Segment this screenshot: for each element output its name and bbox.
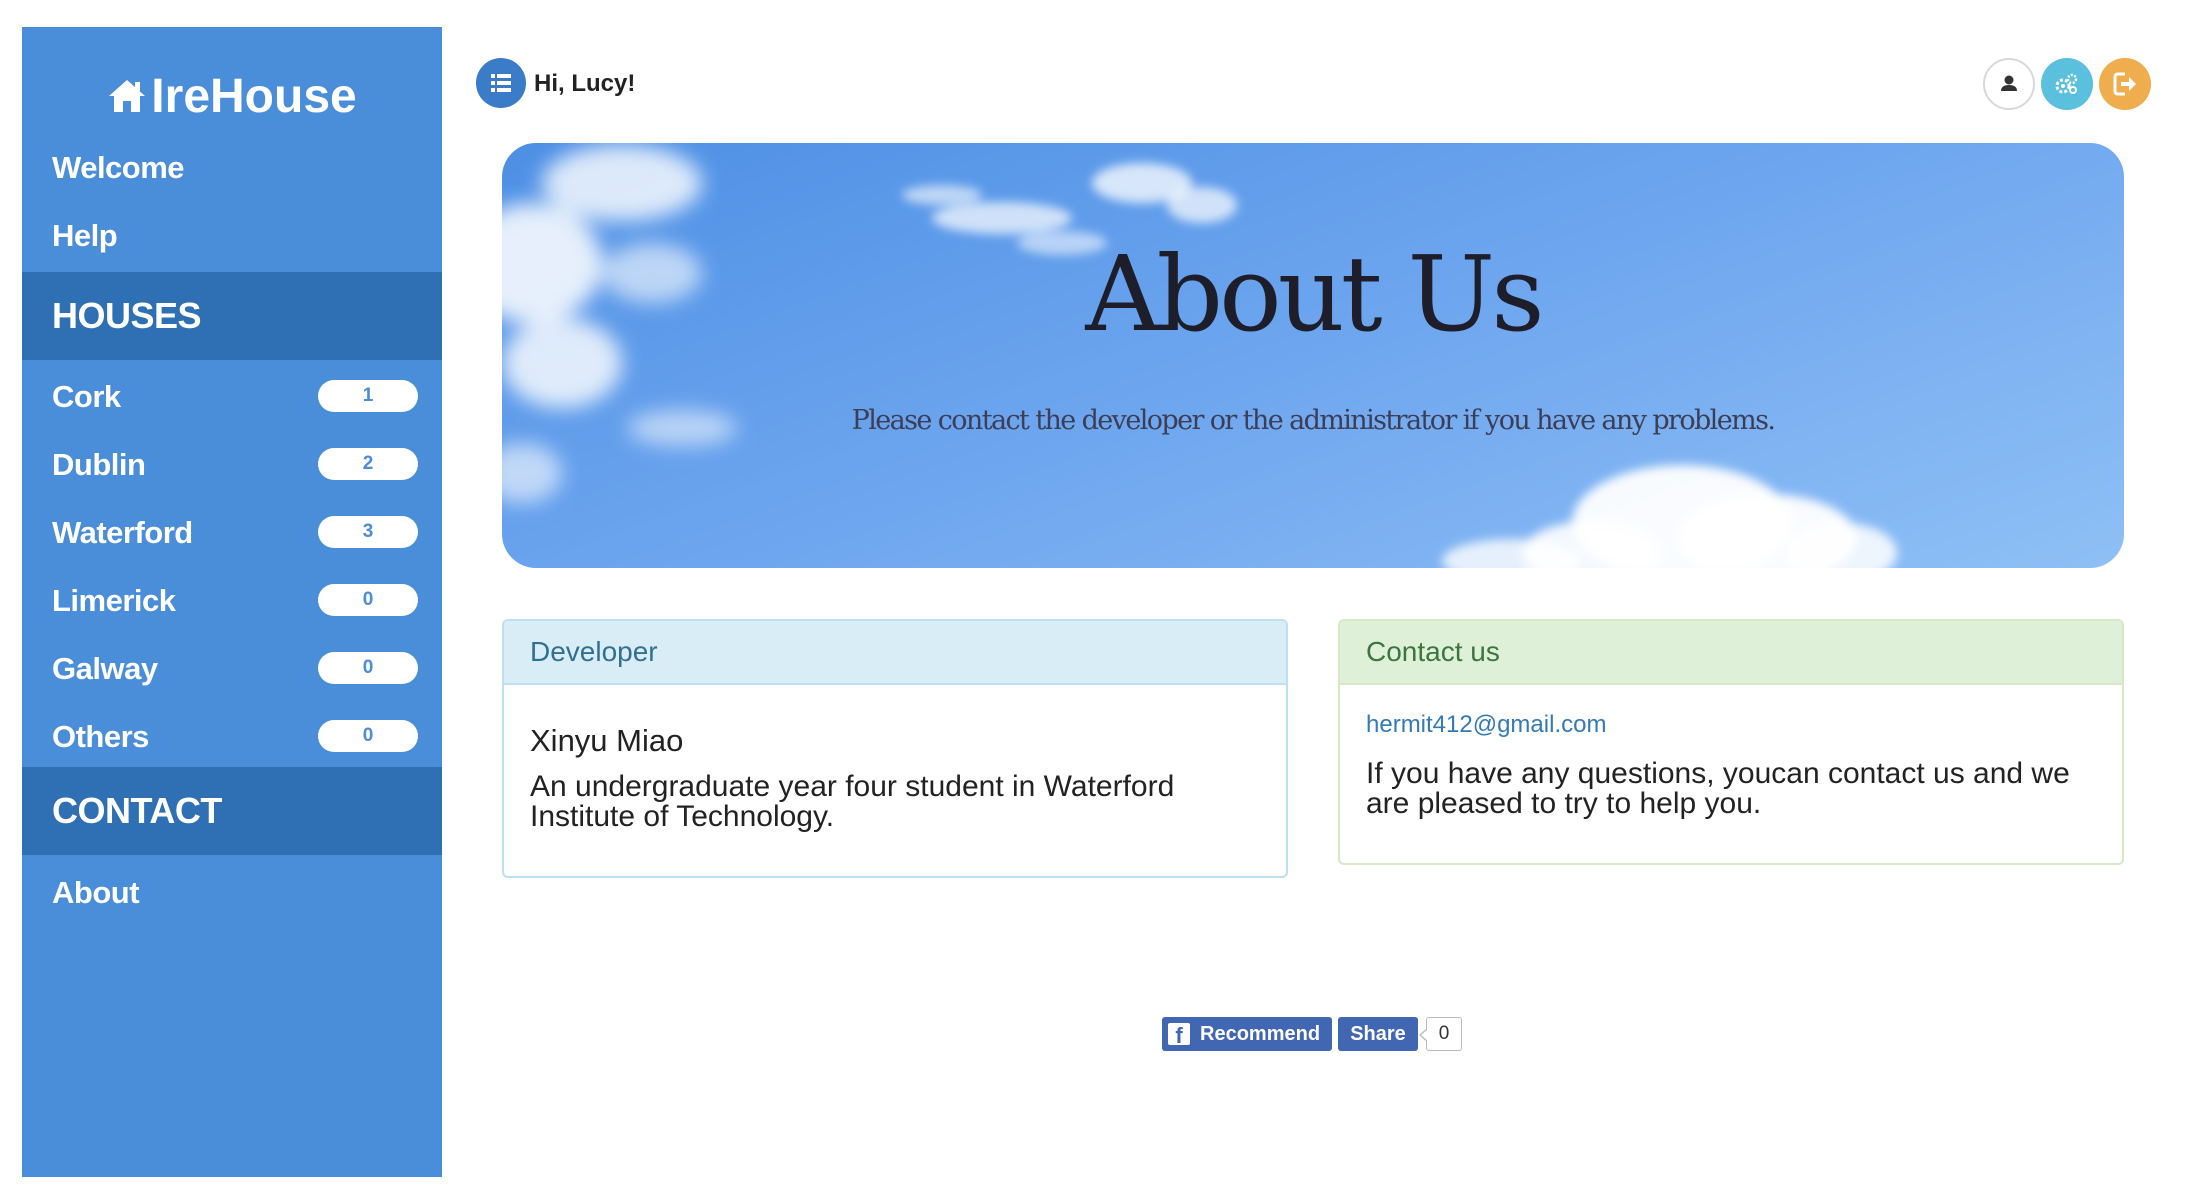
count-badge: 2 [318,448,418,480]
sidebar-item-others[interactable]: Others 0 [22,703,442,771]
developer-description: An undergraduate year four student in Wa… [530,770,1175,833]
hero-banner: About Us Please contact the developer or… [502,143,2124,568]
brand-name: IreHouse [151,70,357,123]
sidebar: IreHouse Welcome Help HOUSES Cork 1 Dubl… [22,27,442,1177]
hero-subtitle: Please contact the developer or the admi… [851,405,1776,436]
developer-name: Xinyu Miao [530,723,684,758]
facebook-recommend-button[interactable]: f Recommend [1162,1017,1332,1051]
user-icon [2001,75,2017,91]
facebook-recommend-label: Recommend [1200,1023,1321,1045]
section-header-houses: HOUSES [22,272,442,360]
sidebar-item-help[interactable]: Help [52,202,118,270]
sidebar-item-welcome[interactable]: Welcome [52,134,185,202]
sidebar-item-about[interactable]: About [52,859,140,927]
sidebar-item-cork[interactable]: Cork 1 [22,363,442,431]
count-badge: 1 [318,380,418,412]
sidebar-item-label: Limerick [52,583,176,618]
sidebar-item-label: Others [52,719,149,754]
sidebar-item-dublin[interactable]: Dublin 2 [22,431,442,499]
count-badge: 3 [318,516,418,548]
settings-button[interactable] [2041,58,2093,110]
greeting-text: Hi, Lucy! [534,70,636,97]
developer-panel: Developer Xinyu Miao An undergraduate ye… [502,619,1288,878]
contact-text: If you have any questions, youcan contac… [1366,757,2070,820]
brand-logo[interactable]: IreHouse [22,49,442,145]
gears-icon [2055,73,2078,94]
sidebar-item-galway[interactable]: Galway 0 [22,635,442,703]
count-badge: 0 [318,584,418,616]
logout-button[interactable] [2099,58,2151,110]
contact-panel: Contact us hermit412@gmail.com If you ha… [1338,619,2124,865]
facebook-share-count: 0 [1419,1017,1462,1051]
sidebar-item-label: Galway [52,651,158,686]
facebook-share-button[interactable]: Share [1338,1017,1418,1051]
clouds-background [502,145,1897,568]
sidebar-item-label: Dublin [52,447,146,482]
profile-button[interactable] [1983,58,2035,110]
count-badge: 0 [318,652,418,684]
menu-toggle-button[interactable] [476,58,526,108]
hero-title: About Us [1085,233,1544,355]
facebook-icon: f [1168,1023,1190,1045]
home-icon [107,51,147,147]
sidebar-item-limerick[interactable]: Limerick 0 [22,567,442,635]
sign-out-icon [2113,72,2136,96]
sidebar-item-label: Waterford [52,515,193,550]
developer-panel-heading: Developer [504,621,1286,685]
contact-panel-heading: Contact us [1340,621,2122,685]
sidebar-item-label: Cork [52,379,121,414]
section-header-contact: CONTACT [22,767,442,855]
page: IreHouse Welcome Help HOUSES Cork 1 Dubl… [0,0,2210,1188]
sidebar-item-waterford[interactable]: Waterford 3 [22,499,442,567]
contact-email-link[interactable]: hermit412@gmail.com [1366,711,1606,739]
list-icon [491,74,511,92]
count-badge: 0 [318,720,418,752]
